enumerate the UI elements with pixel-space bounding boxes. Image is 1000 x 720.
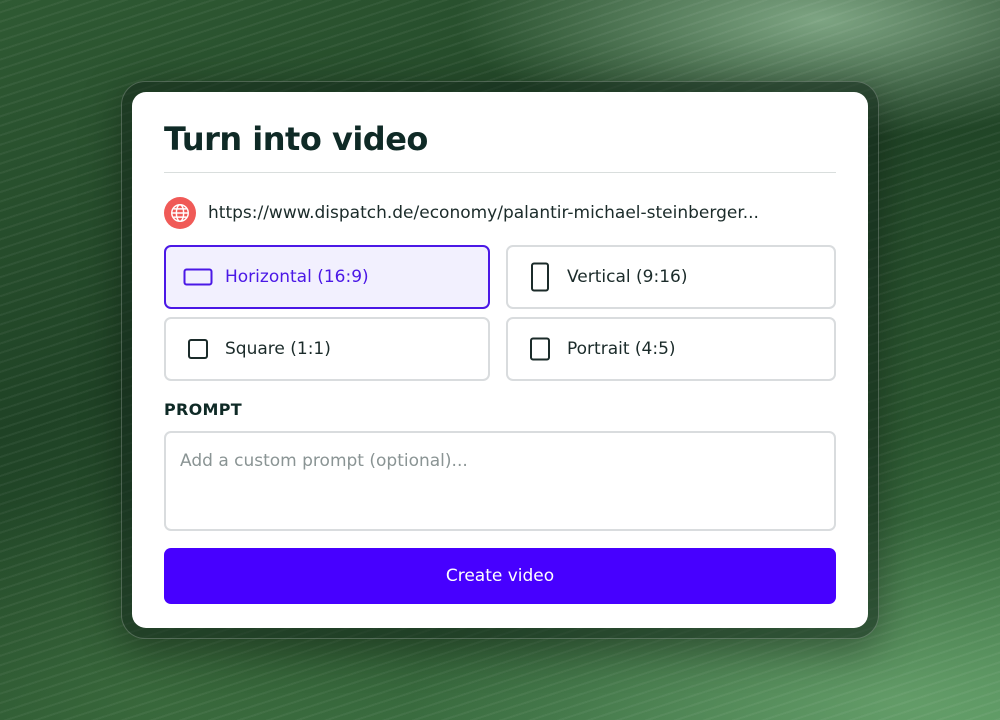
- create-video-button[interactable]: Create video: [164, 548, 836, 604]
- landscape-frame-icon: [180, 267, 216, 287]
- format-option-portrait[interactable]: Portrait (4:5): [506, 317, 836, 381]
- square-frame-icon: [180, 338, 216, 360]
- format-option-vertical[interactable]: Vertical (9:16): [506, 245, 836, 309]
- source-url-row: https://www.dispatch.de/economy/palantir…: [164, 197, 759, 229]
- format-option-horizontal[interactable]: Horizontal (16:9): [164, 245, 490, 309]
- title-divider: [164, 172, 836, 173]
- globe-icon: [164, 197, 196, 229]
- turn-into-video-dialog: Turn into video https://www.dispatch.de/…: [132, 92, 868, 628]
- portrait-4-5-frame-icon: [522, 337, 558, 361]
- format-option-label: Horizontal (16:9): [225, 267, 369, 287]
- format-option-label: Portrait (4:5): [567, 339, 676, 359]
- source-url-text: https://www.dispatch.de/economy/palantir…: [208, 203, 759, 223]
- dialog-title: Turn into video: [164, 120, 428, 158]
- portrait-frame-icon: [522, 262, 558, 292]
- prompt-label: PROMPT: [164, 400, 243, 419]
- format-option-square[interactable]: Square (1:1): [164, 317, 490, 381]
- format-option-label: Square (1:1): [225, 339, 331, 359]
- prompt-input[interactable]: [164, 431, 836, 531]
- format-option-label: Vertical (9:16): [567, 267, 688, 287]
